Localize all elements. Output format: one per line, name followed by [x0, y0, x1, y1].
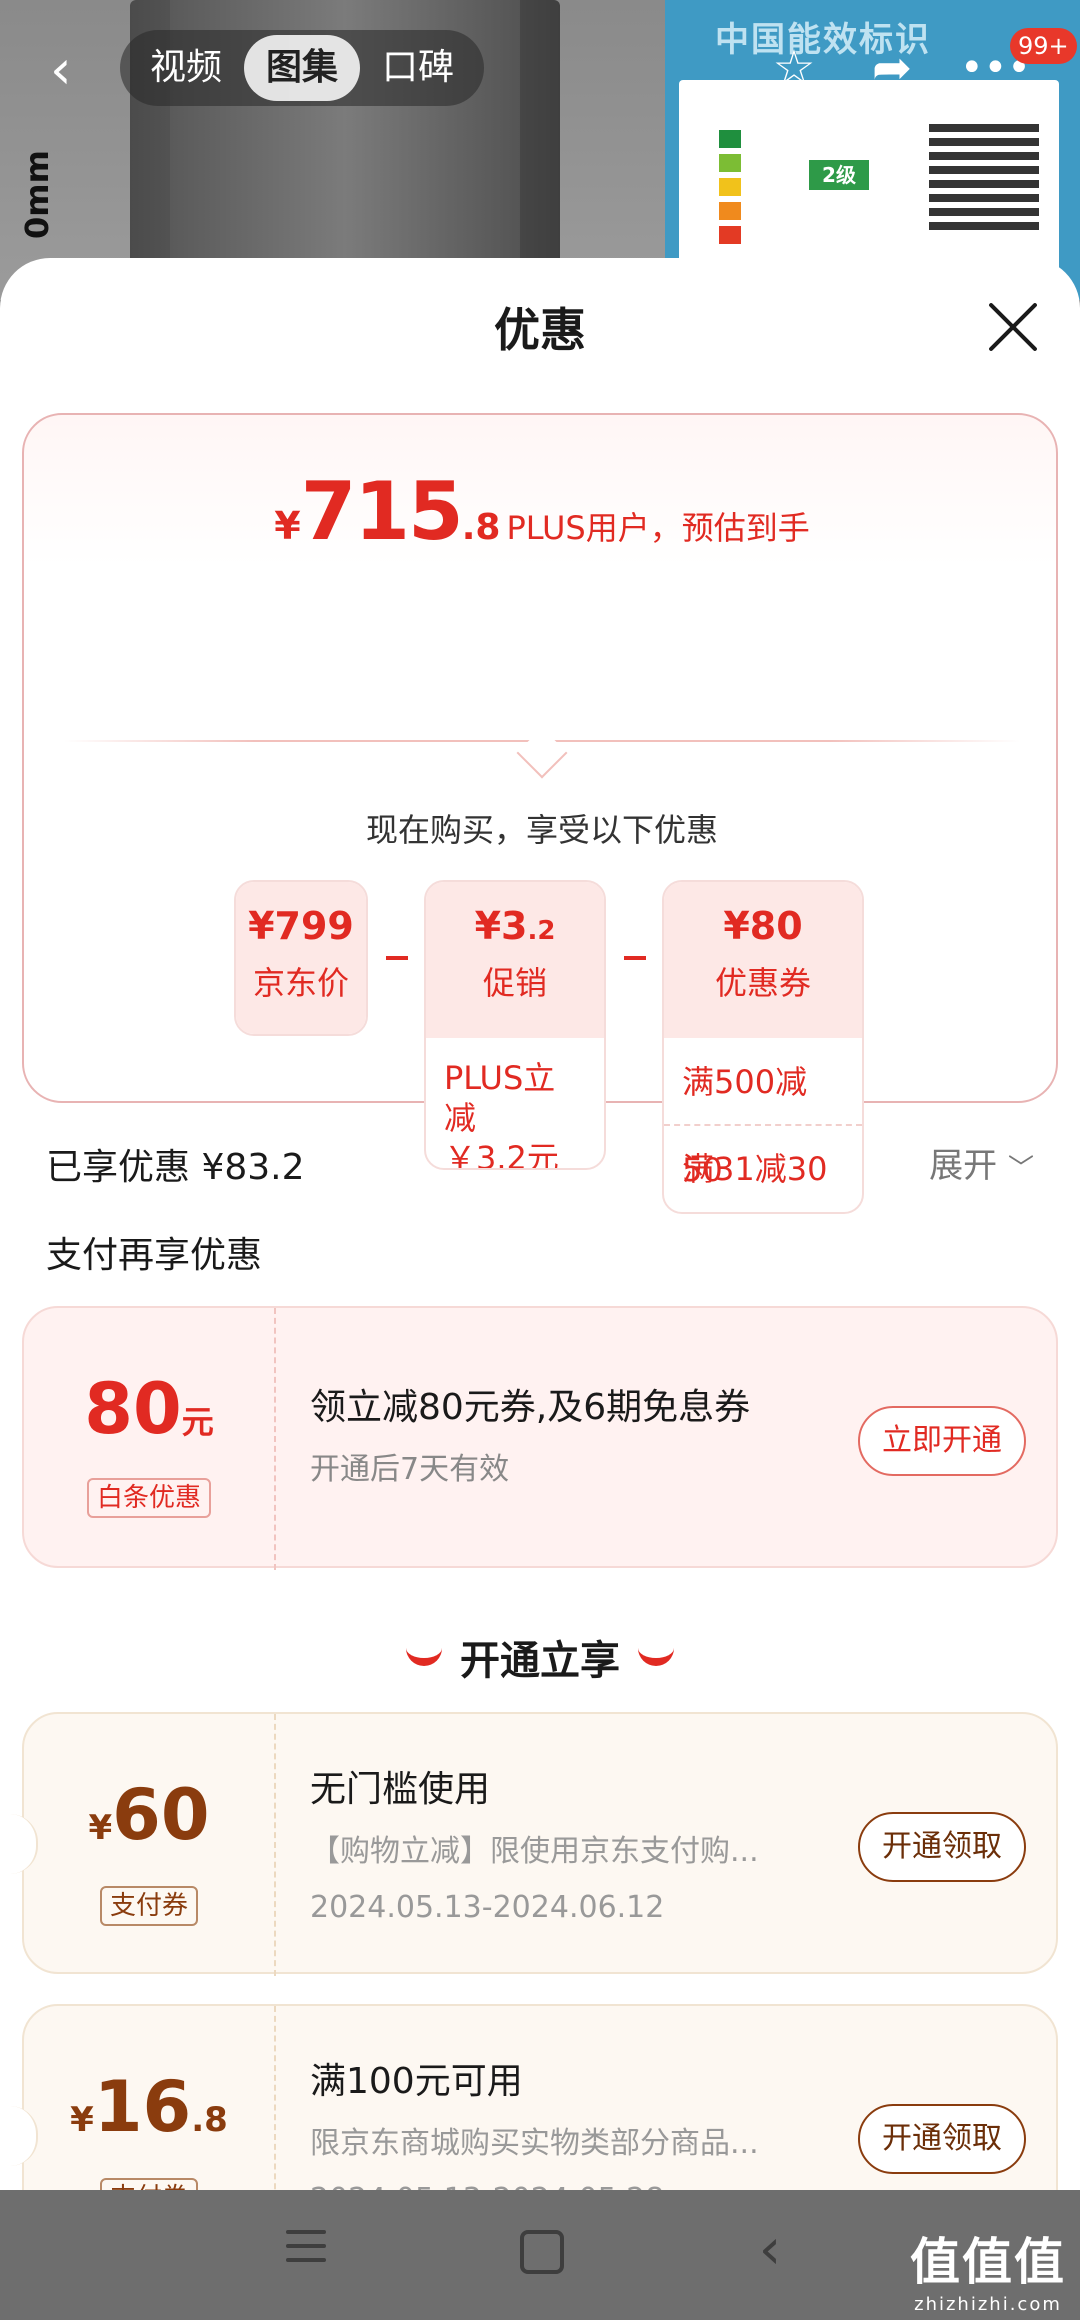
promotion-detail-line: ￥3.2元	[444, 1139, 559, 1170]
share-icon[interactable]: ➦	[862, 38, 922, 98]
jd-price-label: 京东价	[252, 964, 349, 1002]
energy-grade-badge: 2级	[809, 160, 869, 190]
watermark-main: 值值值	[910, 2233, 1066, 2291]
coupon-rule: 满500减50	[664, 1038, 862, 1189]
coupon-label: 优惠券	[714, 964, 811, 1002]
now-buy-text: 现在购买，享受以下优惠	[365, 811, 718, 849]
payment-coupon-card[interactable]: ¥16.8 支付券 满100元可用 限京东商城购买实物类部分商品... 2024…	[10, 2004, 1058, 2190]
baitiao-amount: 80元	[84, 1368, 214, 1450]
promotion-detail: PLUS立减 ￥3.2元	[426, 1038, 604, 1170]
chevron-down-icon: ﹀	[1007, 1154, 1034, 1184]
coupon-tag: 支付券	[99, 1886, 198, 1926]
coupon-tag: 支付券	[99, 2178, 198, 2190]
coupon-validity: 2024.05.13-2024.06.12	[310, 1890, 665, 1925]
baitiao-tag-wrap: 白条优惠	[24, 1478, 274, 1518]
coupon-validity: 2024.05.13-2024.05.28	[310, 2182, 664, 2190]
home-icon[interactable]	[500, 2220, 580, 2290]
promotion-head: ¥3.2 促销	[426, 882, 604, 1038]
claim-coupon-button[interactable]: 开通领取	[858, 2104, 1026, 2174]
dimension-label: 0mm	[18, 150, 56, 239]
baitiao-subtitle: 开通后7天有效	[310, 1452, 510, 1487]
card-separator	[274, 1308, 276, 1570]
qr-code-image	[929, 120, 1039, 230]
baitiao-tag: 白条优惠	[86, 1478, 211, 1518]
price-integer: 715	[300, 465, 464, 558]
coupon-tag-wrap: 支付券	[24, 2178, 274, 2190]
jd-price-head: ¥799 京东价	[236, 882, 366, 1034]
promotion-detail-line: PLUS立减	[444, 1059, 556, 1137]
watermark-sub: zhizhizhi.com	[914, 2294, 1062, 2315]
smile-icon	[406, 1648, 442, 1666]
payment-coupon-card[interactable]: ¥60 支付券 无门槛使用 【购物立减】限使用京东支付购... 2024.05.…	[10, 1712, 1058, 1976]
menu-icon[interactable]	[266, 2220, 346, 2290]
card-separator	[274, 1714, 276, 1976]
discount-sheet: 优惠 ¥715.8 PLUS用户，预估到手 现在购买，享受以下优惠 ¥799 京东…	[0, 258, 1080, 2190]
price-decimal: .8	[461, 507, 501, 548]
message-badge: 99+	[1010, 28, 1077, 64]
star-icon[interactable]: ☆	[764, 38, 824, 98]
promotion-box: ¥3.2 促销 PLUS立减 ￥3.2元	[424, 880, 606, 1170]
baitiao-title: 领立减80元券,及6期免息券	[310, 1387, 751, 1428]
smile-icon	[638, 1648, 674, 1666]
price-currency: ¥	[274, 504, 301, 548]
coupon-value: ¥16.8	[70, 2066, 228, 2148]
open-enjoy-heading: 开通立享	[0, 1628, 1080, 1686]
back-icon[interactable]: ‹	[50, 40, 90, 100]
card-separator	[274, 2006, 276, 2190]
promotion-amount: ¥3.2	[474, 904, 556, 948]
baitiao-offer-card[interactable]: 80元 白条优惠 领立减80元券,及6期免息券 开通后7天有效 立即开通	[22, 1306, 1058, 1570]
expand-label: 展开	[929, 1146, 998, 1186]
activate-now-button[interactable]: 立即开通	[858, 1406, 1026, 1476]
nav-back-icon[interactable]: ‹	[730, 2220, 810, 2290]
coupon-head: ¥80 优惠券	[664, 882, 862, 1038]
sheet-title: 优惠	[494, 303, 586, 357]
coupon-description: 限京东商城购买实物类部分商品...	[310, 2126, 759, 2161]
jd-price-box: ¥799 京东价	[234, 880, 368, 1036]
divider-notch	[516, 727, 568, 779]
tab-gallery[interactable]: 图集	[244, 35, 361, 101]
coupon-title: 无门槛使用	[310, 1769, 491, 1810]
minus-sign	[624, 956, 646, 960]
price-breakdown-card: ¥715.8 PLUS用户，预估到手 现在购买，享受以下优惠 ¥799 京东价 ¥…	[22, 413, 1060, 1214]
close-icon[interactable]	[986, 300, 1040, 354]
media-tab-bar: 视频 图集 口碑	[120, 30, 485, 106]
watermark-logo: 值值值 zhizhizhi.com	[910, 2222, 1066, 2315]
coupon-box: ¥80 优惠券 满500减50 满31减30	[662, 880, 864, 1214]
promotion-label: 促销	[482, 964, 547, 1002]
jd-price-amount: ¥799	[248, 904, 354, 948]
expand-button[interactable]: 展开 ﹀	[929, 1138, 1034, 1187]
coupon-rule: 满31减30	[682, 1150, 828, 1188]
coupon-amount: ¥80	[723, 904, 803, 948]
enjoyed-discount: 已享优惠 ¥83.2	[46, 1147, 305, 1188]
claim-coupon-button[interactable]: 开通领取	[858, 1812, 1026, 1882]
coupon-description: 【购物立减】限使用京东支付购...	[310, 1834, 759, 1869]
coupon-tag-wrap: 支付券	[24, 1886, 274, 1926]
tab-video[interactable]: 视频	[128, 35, 244, 101]
energy-bars	[719, 130, 741, 250]
coupon-value: ¥60	[88, 1774, 210, 1856]
estimated-price: ¥715.8 PLUS用户，预估到手	[24, 465, 1060, 558]
pay-more-title: 支付再享优惠	[46, 1235, 263, 1276]
price-description: PLUS用户，预估到手	[506, 509, 810, 547]
minus-sign	[386, 956, 408, 960]
coupon-title: 满100元可用	[310, 2061, 523, 2102]
tab-reviews[interactable]: 口碑	[360, 35, 476, 101]
